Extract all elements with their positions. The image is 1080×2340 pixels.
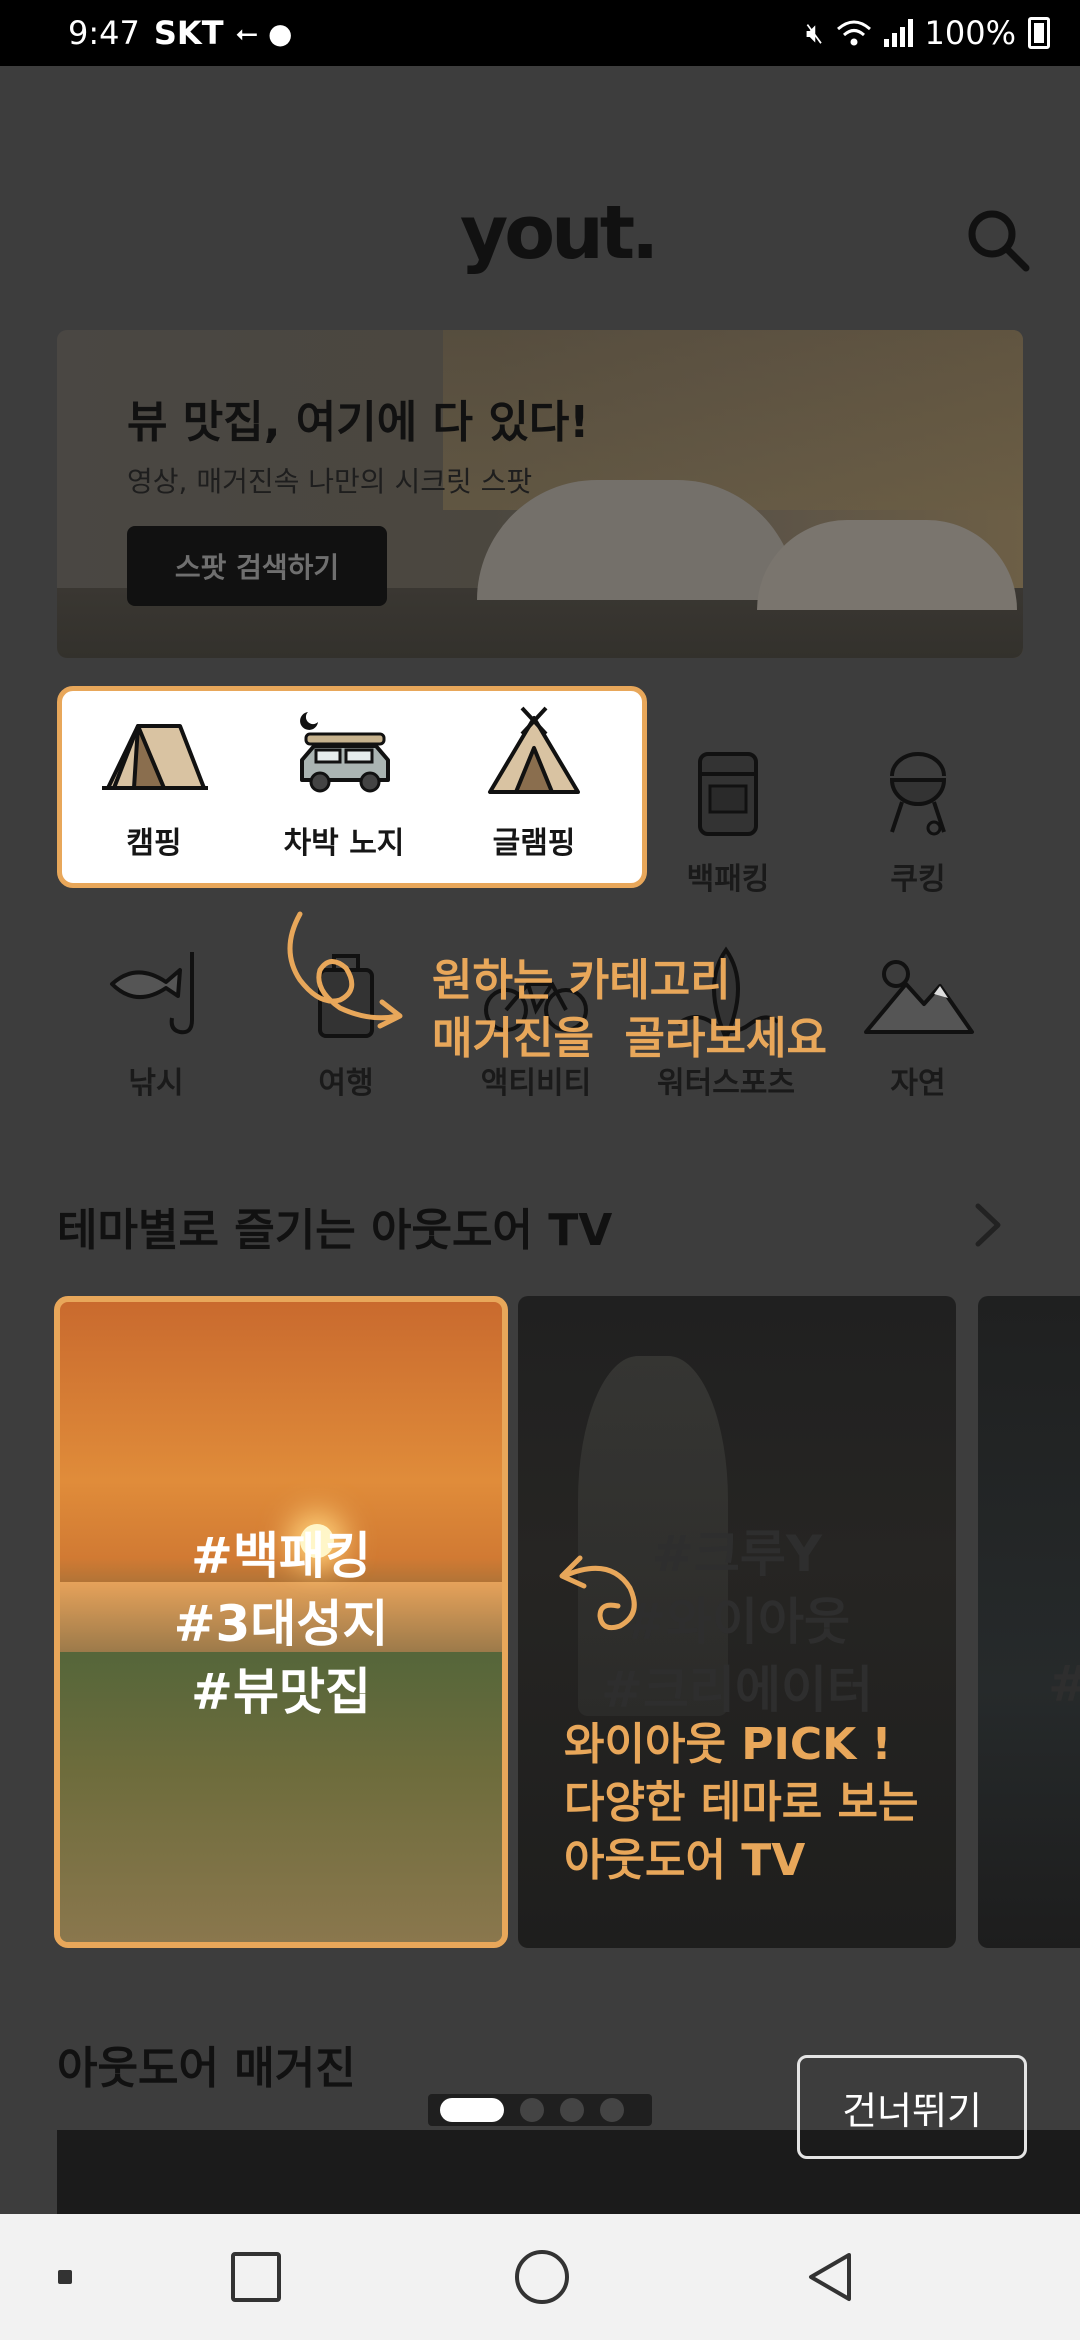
tv-tip: 와이아웃 PICK ! 다양한 테마로 보는 아웃도어 TV <box>564 1719 919 1886</box>
category-nature[interactable]: 자연 <box>828 944 1008 1102</box>
category-car-camping[interactable]: 차박 노지 <box>254 704 434 862</box>
chevron-right-icon[interactable] <box>968 1200 1008 1250</box>
signal-icon <box>883 19 913 47</box>
category-label: 백패킹 <box>686 862 770 897</box>
banner-title: 뷰 맛집, 여기에 다 있다! <box>127 397 590 448</box>
pager-dot <box>520 2098 544 2122</box>
spot-banner[interactable]: 뷰 맛집, 여기에 다 있다! 영상, 매거진속 나만의 시크릿 스팟 스팟 검… <box>57 330 1023 658</box>
back-icon[interactable] <box>790 2214 870 2340</box>
category-cooking[interactable]: 쿠킹 <box>828 740 1008 898</box>
curved-arrow-icon <box>559 1555 637 1631</box>
pager-dot <box>560 2098 584 2122</box>
mute-icon: 🔇︎ <box>805 16 824 49</box>
banner-subtitle: 영상, 매거진속 나만의 시크릿 스팟 <box>127 465 533 498</box>
battery-percent: 100% <box>924 14 1016 52</box>
usb-icon: ⭠ <box>235 16 258 49</box>
app-screen: 9:47 SKT ⭠ ● 🔇︎ 100% yout. 뷰 맛집, 여기에 다 있… <box>0 0 1080 2340</box>
app-logo: yout. <box>460 190 659 276</box>
wifi-icon <box>836 20 871 46</box>
category-fishing[interactable]: 낚시 <box>66 944 246 1102</box>
spot-search-button[interactable]: 스팟 검색하기 <box>127 526 387 606</box>
category-backpacking[interactable]: 백패킹 <box>638 740 818 898</box>
curved-arrow-icon <box>287 911 403 1029</box>
category-label: 낚시 <box>128 1066 184 1101</box>
category-tip: 원하는 카테고리 매거진을 골라보세요 <box>432 955 827 1064</box>
magazine-section-title: 아웃도어 매거진 <box>57 2043 356 2094</box>
tv-section-title: 테마별로 즐기는 아웃도어 TV <box>57 1205 613 1256</box>
category-camping[interactable]: 캠핑 <box>64 704 244 862</box>
pager-dot <box>600 2098 624 2122</box>
category-label: 글램핑 <box>492 826 576 861</box>
backpack-icon <box>698 752 758 836</box>
status-carrier: SKT <box>153 14 224 52</box>
grill-icon <box>889 752 947 836</box>
search-icon[interactable] <box>964 206 1034 276</box>
status-time: 9:47 <box>68 14 140 52</box>
mountain-icon <box>864 960 974 1034</box>
tent-icon <box>102 724 208 790</box>
card-tags: #백패킹 #3대성지 #뷰맛집 <box>173 1527 389 1721</box>
status-bar: 9:47 SKT ⭠ ● 🔇︎ 100% <box>0 0 1080 66</box>
recent-apps-icon[interactable] <box>216 2214 296 2340</box>
teepee-icon <box>488 706 580 794</box>
home-icon[interactable] <box>500 2214 584 2340</box>
category-label: 캠핑 <box>126 826 182 861</box>
tv-card[interactable]: # <box>978 1296 1080 1948</box>
category-label: 쿠킹 <box>890 862 946 897</box>
card-tags: # <box>978 1650 1080 1718</box>
car-camping-icon <box>300 712 390 793</box>
app-notification-icon: ● <box>267 16 293 50</box>
fishing-icon <box>110 952 194 1035</box>
status-right: 🔇︎ 100% <box>806 14 1050 52</box>
battery-icon <box>1028 17 1050 49</box>
category-label: 차박 노지 <box>283 826 405 861</box>
onboarding-pager <box>428 2094 652 2126</box>
category-label: 여행 <box>318 1066 374 1101</box>
system-nav-bar <box>0 2214 1080 2340</box>
skip-button[interactable]: 건너뛰기 <box>797 2055 1027 2159</box>
pager-dot-active <box>440 2098 504 2122</box>
tv-card[interactable]: #백패킹 #3대성지 #뷰맛집 <box>54 1296 508 1948</box>
nav-dot-icon[interactable] <box>40 2214 90 2340</box>
category-label: 자연 <box>890 1066 946 1101</box>
category-glamping[interactable]: 글램핑 <box>444 704 624 862</box>
